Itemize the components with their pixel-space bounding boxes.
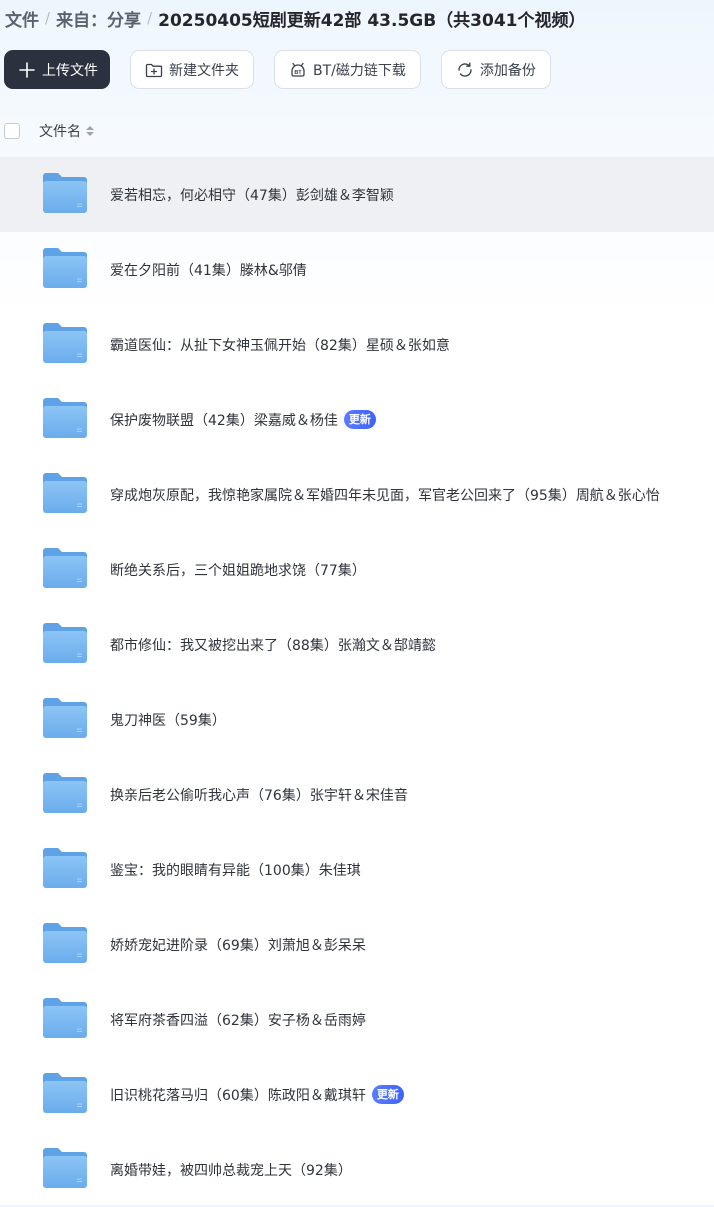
sort-icon[interactable] — [86, 126, 94, 136]
column-header-name[interactable]: 文件名 — [39, 121, 94, 141]
bt-download-button-label: BT/磁力链下载 — [313, 62, 406, 79]
bt-icon: BT — [289, 61, 307, 79]
file-row[interactable]: 穿成炮灰原配，我惊艳家属院＆军婚四年未见面，军官老公回来了（95集）周航＆张心怡 — [0, 457, 714, 532]
folder-icon — [42, 622, 88, 664]
breadcrumb-separator: / — [45, 9, 51, 27]
file-row[interactable]: 鬼刀神医（59集） — [0, 682, 714, 757]
file-name[interactable]: 娇娇宠妃进阶录（69集）刘萧旭＆彭呆呆 — [110, 907, 366, 982]
breadcrumb-item-files[interactable]: 文件 — [5, 6, 39, 31]
file-name[interactable]: 爱在夕阳前（41集）滕林&邬倩 — [110, 232, 307, 307]
file-row[interactable]: 爱在夕阳前（41集）滕林&邬倩 — [0, 232, 714, 307]
add-backup-button[interactable]: 添加备份 — [440, 50, 551, 89]
file-list: 爱若相忘，何必相守（47集）彭剑雄＆李智颖 爱在夕阳前（41集）滕林&邬倩霸道医仙… — [0, 157, 714, 1207]
file-row[interactable]: 离婚带娃，被四帅总裁宠上天（92集） — [0, 1132, 714, 1207]
file-row[interactable]: 将军府茶香四溢（62集）安子杨＆岳雨婷 — [0, 982, 714, 1057]
breadcrumb-item-shared[interactable]: 来自：分享 — [56, 6, 141, 31]
folder-icon — [42, 1147, 88, 1189]
file-row[interactable]: 旧识桃花落马归（60集）陈政阳＆戴琪轩 更新 — [0, 1057, 714, 1132]
file-name[interactable]: 鬼刀神医（59集） — [110, 682, 226, 757]
file-row[interactable]: 保护废物联盟（42集）梁嘉威＆杨佳 更新 — [0, 382, 714, 457]
file-name-text: 娇娇宠妃进阶录（69集）刘萧旭＆彭呆呆 — [110, 937, 366, 954]
add-backup-button-label: 添加备份 — [479, 62, 536, 79]
file-name-text: 穿成炮灰原配，我惊艳家属院＆军婚四年未见面，军官老公回来了（95集）周航＆张心怡 — [110, 487, 660, 504]
folder-icon — [42, 997, 88, 1039]
folder-icon — [42, 1072, 88, 1114]
update-badge: 更新 — [371, 1085, 404, 1104]
file-name-text: 旧识桃花落马归（60集）陈政阳＆戴琪轩 — [110, 1087, 366, 1104]
bt-download-button[interactable]: BT BT/磁力链下载 — [274, 50, 421, 89]
file-name-text: 断绝关系后，三个姐姐跪地求饶（77集） — [110, 562, 366, 579]
file-name-text: 保护废物联盟（42集）梁嘉威＆杨佳 — [110, 412, 338, 429]
file-name[interactable]: 旧识桃花落马归（60集）陈政阳＆戴琪轩 更新 — [110, 1057, 404, 1132]
file-name-text: 鬼刀神医（59集） — [110, 712, 226, 729]
svg-text:BT: BT — [294, 70, 302, 76]
folder-icon — [42, 697, 88, 739]
file-name-text: 爱若相忘，何必相守（47集）彭剑雄＆李智颖 — [110, 187, 394, 204]
file-name-text: 将军府茶香四溢（62集）安子杨＆岳雨婷 — [110, 1012, 366, 1029]
file-name[interactable]: 鉴宝：我的眼睛有异能（100集）朱佳琪 — [110, 832, 361, 907]
plus-icon — [18, 61, 36, 79]
file-name[interactable]: 都市修仙：我又被挖出来了（88集）张瀚文＆郜靖懿 — [110, 607, 436, 682]
file-row[interactable]: 爱若相忘，何必相守（47集）彭剑雄＆李智颖 — [0, 157, 714, 232]
folder-icon — [42, 847, 88, 889]
toolbar: 上传文件 新建文件夹 BT BT/磁力链下载 添加备份 — [4, 50, 551, 89]
list-header: 文件名 — [0, 118, 714, 144]
update-badge: 更新 — [343, 410, 376, 429]
folder-icon — [42, 247, 88, 289]
folder-icon — [42, 547, 88, 589]
file-name[interactable]: 爱若相忘，何必相守（47集）彭剑雄＆李智颖 — [110, 157, 394, 232]
file-name[interactable]: 离婚带娃，被四帅总裁宠上天（92集） — [110, 1132, 352, 1207]
new-folder-button[interactable]: 新建文件夹 — [130, 50, 254, 89]
file-row[interactable]: 霸道医仙：从扯下女神玉佩开始（82集）星硕＆张如意 — [0, 307, 714, 382]
file-name[interactable]: 霸道医仙：从扯下女神玉佩开始（82集）星硕＆张如意 — [110, 307, 450, 382]
file-name[interactable]: 穿成炮灰原配，我惊艳家属院＆军婚四年未见面，军官老公回来了（95集）周航＆张心怡 — [110, 457, 660, 532]
select-all-checkbox[interactable] — [4, 123, 20, 139]
file-name-text: 换亲后老公偷听我心声（76集）张宇轩＆宋佳音 — [110, 787, 408, 804]
file-row[interactable]: 都市修仙：我又被挖出来了（88集）张瀚文＆郜靖懿 — [0, 607, 714, 682]
file-name[interactable]: 换亲后老公偷听我心声（76集）张宇轩＆宋佳音 — [110, 757, 408, 832]
file-name-text: 鉴宝：我的眼睛有异能（100集）朱佳琪 — [110, 862, 361, 879]
new-folder-icon — [145, 61, 163, 79]
upload-button[interactable]: 上传文件 — [4, 50, 110, 89]
folder-icon — [42, 922, 88, 964]
file-name[interactable]: 断绝关系后，三个姐姐跪地求饶（77集） — [110, 532, 366, 607]
sync-icon — [456, 61, 474, 79]
file-name-text: 离婚带娃，被四帅总裁宠上天（92集） — [110, 1162, 352, 1179]
file-row[interactable]: 鉴宝：我的眼睛有异能（100集）朱佳琪 — [0, 832, 714, 907]
file-row[interactable]: 断绝关系后，三个姐姐跪地求饶（77集） — [0, 532, 714, 607]
folder-icon — [42, 772, 88, 814]
folder-icon — [42, 472, 88, 514]
file-row[interactable]: 娇娇宠妃进阶录（69集）刘萧旭＆彭呆呆 — [0, 907, 714, 982]
file-name-text: 爱在夕阳前（41集）滕林&邬倩 — [110, 262, 307, 279]
breadcrumb: 文件 / 来自：分享 / 20250405短剧更新42部 43.5GB（共304… — [5, 5, 586, 31]
folder-icon — [42, 322, 88, 364]
upload-button-label: 上传文件 — [42, 62, 98, 79]
file-name[interactable]: 保护废物联盟（42集）梁嘉威＆杨佳 更新 — [110, 382, 376, 457]
page-title: 20250405短剧更新42部 43.5GB（共3041个视频） — [158, 10, 586, 31]
file-name[interactable]: 将军府茶香四溢（62集）安子杨＆岳雨婷 — [110, 982, 366, 1057]
file-name-text: 都市修仙：我又被挖出来了（88集）张瀚文＆郜靖懿 — [110, 637, 436, 654]
folder-icon — [42, 172, 88, 214]
breadcrumb-separator: / — [147, 9, 153, 27]
file-row[interactable]: 换亲后老公偷听我心声（76集）张宇轩＆宋佳音 — [0, 757, 714, 832]
new-folder-button-label: 新建文件夹 — [169, 62, 239, 79]
column-header-name-label: 文件名 — [39, 124, 81, 140]
file-name-text: 霸道医仙：从扯下女神玉佩开始（82集）星硕＆张如意 — [110, 337, 450, 354]
folder-icon — [42, 397, 88, 439]
